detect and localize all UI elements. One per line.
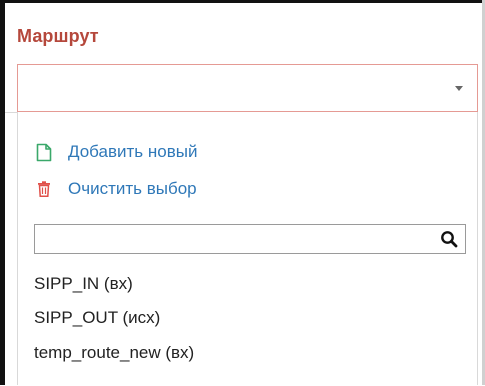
search-input[interactable] (35, 225, 430, 253)
document-add-icon (34, 142, 54, 162)
add-new-label: Добавить новый (68, 142, 198, 161)
caret-down-icon[interactable] (455, 86, 463, 91)
search-box (34, 224, 466, 254)
trash-icon (34, 179, 54, 199)
route-select[interactable] (17, 64, 478, 112)
option-sipp-in[interactable]: SIPP_IN (вх) (34, 274, 133, 294)
route-field-label: Маршрут (17, 26, 99, 46)
option-sipp-out[interactable]: SIPP_OUT (исх) (34, 308, 160, 328)
route-dropdown: Добавить новый Очистить выбор SIPP_IN (в… (17, 112, 478, 385)
panel-edge (5, 112, 17, 386)
option-temp-route-new[interactable]: temp_route_new (вх) (34, 343, 194, 363)
add-new-option[interactable]: Добавить новый (34, 142, 197, 162)
clear-selection-label: Очистить выбор (68, 179, 197, 198)
search-icon[interactable] (440, 230, 458, 248)
clear-selection-option[interactable]: Очистить выбор (34, 179, 197, 199)
window-frame-top (0, 0, 485, 3)
